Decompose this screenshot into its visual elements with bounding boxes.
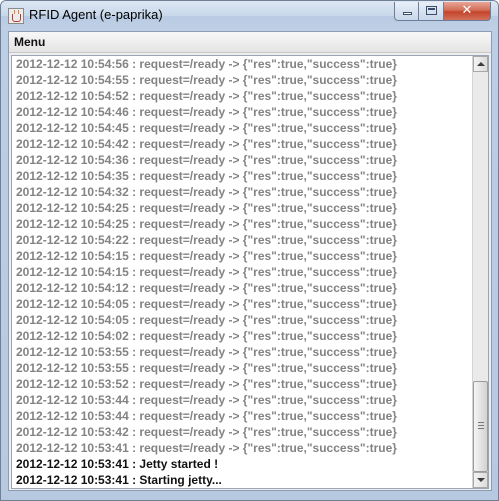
vertical-scrollbar[interactable] <box>472 56 488 488</box>
log-line: 2012-12-12 10:54:55 : request=/ready -> … <box>16 73 397 87</box>
menu-bar: Menu <box>9 32 491 53</box>
minimize-icon <box>403 12 412 15</box>
client-area: Menu 2012-12-12 10:54:56 : request=/read… <box>8 31 492 491</box>
maximize-icon <box>426 6 437 15</box>
log-line: 2012-12-12 10:54:42 : request=/ready -> … <box>16 137 397 151</box>
log-line: 2012-12-12 10:54:15 : request=/ready -> … <box>16 265 397 279</box>
log-line: 2012-12-12 10:54:05 : request=/ready -> … <box>16 313 397 327</box>
log-line: 2012-12-12 10:54:05 : request=/ready -> … <box>16 297 397 311</box>
log-text-area[interactable]: 2012-12-12 10:54:56 : request=/ready -> … <box>11 55 489 489</box>
log-line: 2012-12-12 10:54:46 : request=/ready -> … <box>16 105 397 119</box>
title-bar[interactable]: RFID Agent (e-paprika) ✕ <box>1 1 498 31</box>
log-line: 2012-12-12 10:54:25 : request=/ready -> … <box>16 217 397 231</box>
log-line: 2012-12-12 10:53:55 : request=/ready -> … <box>16 361 397 375</box>
log-line: 2012-12-12 10:53:55 : request=/ready -> … <box>16 345 397 359</box>
java-cup-icon[interactable] <box>8 8 24 24</box>
log-line: 2012-12-12 10:53:44 : request=/ready -> … <box>16 393 397 407</box>
log-line: 2012-12-12 10:54:15 : request=/ready -> … <box>16 249 397 263</box>
log-line: 2012-12-12 10:54:02 : request=/ready -> … <box>16 329 397 343</box>
menu-menu[interactable]: Menu <box>14 35 45 49</box>
log-line: 2012-12-12 10:53:42 : request=/ready -> … <box>16 425 397 439</box>
log-line: 2012-12-12 10:54:35 : request=/ready -> … <box>16 169 397 183</box>
app-window: RFID Agent (e-paprika) ✕ Menu 2012-12-12… <box>0 0 499 501</box>
log-line: 2012-12-12 10:54:52 : request=/ready -> … <box>16 89 397 103</box>
log-line: 2012-12-12 10:53:52 : request=/ready -> … <box>16 377 397 391</box>
scroll-thumb[interactable] <box>473 381 488 472</box>
log-line: 2012-12-12 10:54:45 : request=/ready -> … <box>16 121 397 135</box>
log-line: 2012-12-12 10:53:44 : request=/ready -> … <box>16 409 397 423</box>
log-line: 2012-12-12 10:54:36 : request=/ready -> … <box>16 153 397 167</box>
log-line: 2012-12-12 10:54:12 : request=/ready -> … <box>16 281 397 295</box>
scroll-up-button[interactable] <box>473 56 488 72</box>
log-line: 2012-12-12 10:54:25 : request=/ready -> … <box>16 201 397 215</box>
grip-icon <box>478 422 484 430</box>
arrow-up-icon <box>477 62 485 66</box>
cup-mark <box>12 14 21 22</box>
scroll-down-button[interactable] <box>473 472 488 488</box>
log-line: 2012-12-12 10:54:32 : request=/ready -> … <box>16 185 397 199</box>
log-lines: 2012-12-12 10:54:56 : request=/ready -> … <box>16 56 472 488</box>
arrow-down-icon <box>477 478 485 482</box>
maximize-button[interactable] <box>419 2 444 21</box>
log-line: 2012-12-12 10:53:41 : Starting jetty... <box>16 473 222 487</box>
minimize-button[interactable] <box>394 2 419 21</box>
close-icon: ✕ <box>461 3 473 18</box>
close-button[interactable]: ✕ <box>444 2 491 21</box>
log-line: 2012-12-12 10:54:22 : request=/ready -> … <box>16 233 397 247</box>
window-title: RFID Agent (e-paprika) <box>29 7 163 22</box>
log-line: 2012-12-12 10:53:41 : Jetty started ! <box>16 457 219 471</box>
log-line: 2012-12-12 10:53:41 : request=/ready -> … <box>16 441 397 455</box>
log-line: 2012-12-12 10:54:56 : request=/ready -> … <box>16 57 397 71</box>
